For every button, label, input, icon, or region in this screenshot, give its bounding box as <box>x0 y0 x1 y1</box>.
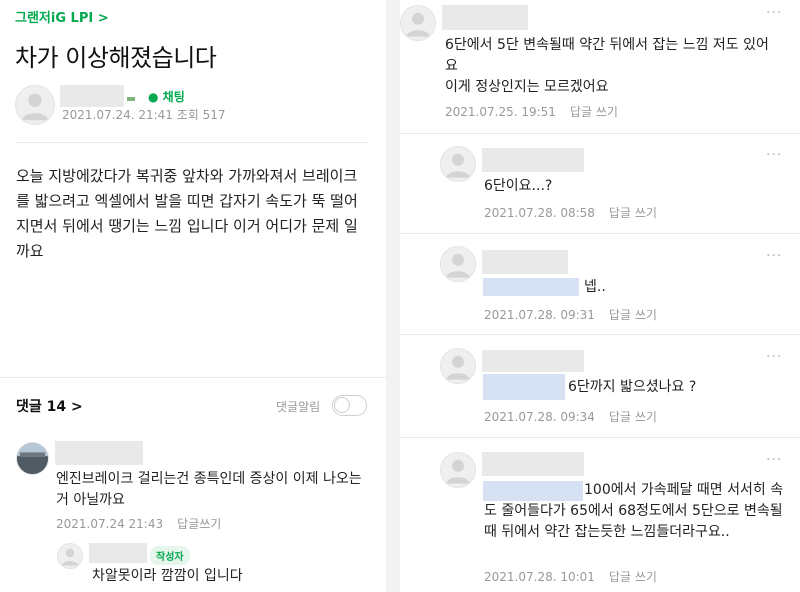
comment-text: 100에서 가속페달 때면 서서히 속도 줄어들다가 65에서 68정도에서 5… <box>484 482 784 540</box>
author-reply-name-blurred[interactable] <box>89 543 147 563</box>
chat-icon: ● <box>148 90 159 104</box>
commenter-avatar[interactable] <box>16 442 49 475</box>
more-options-icon[interactable]: ··· <box>766 349 782 365</box>
reply-button[interactable]: 답글 쓰기 <box>609 308 657 322</box>
comment-date: 2021.07.28. 09:34 <box>484 410 595 424</box>
comment-divider <box>400 133 800 134</box>
commenter-avatar[interactable] <box>440 146 476 182</box>
post-title: 차가 이상해졌습니다 <box>15 44 217 72</box>
commenter-name-blurred[interactable] <box>55 441 143 465</box>
mention-tag-blurred[interactable] <box>483 278 579 296</box>
comment-date: 2021.07.28. 09:31 <box>484 308 595 322</box>
mention-tag-blurred[interactable] <box>483 374 565 400</box>
comment-date: 2021.07.24 21:43 <box>56 517 164 531</box>
comment-meta: 2021.07.28. 09:31 답글 쓰기 <box>484 306 657 323</box>
member-level-icon <box>127 97 135 101</box>
post-meta: 2021.07.24. 21:41 조회 517 <box>62 108 226 122</box>
comment-meta: 2021.07.28. 08:58 답글 쓰기 <box>484 204 657 221</box>
comment-date: 2021.07.28. 10:01 <box>484 570 595 584</box>
commenter-avatar[interactable] <box>440 348 476 384</box>
post-body: 오늘 지방에갔다가 복귀중 앞차와 가까와져서 브레이크를 밟으려고 엑셀에서 … <box>16 167 358 260</box>
comment-text: 6단이요...? <box>484 178 553 194</box>
post-pane: 그랜저iG LPI > 차가 이상해졌습니다 ● 채팅 2021.07.24. … <box>0 0 386 592</box>
comment-divider <box>400 233 800 234</box>
comment-date: 2021.07.25. 19:51 <box>445 105 556 119</box>
commenter-name-blurred[interactable] <box>482 250 568 274</box>
comment-text: 넵.. <box>584 279 606 295</box>
commenter-avatar[interactable] <box>440 452 476 488</box>
comment-meta: 2021.07.28. 10:01 답글 쓰기 <box>484 568 657 585</box>
comment-text: 6단에서 5단 변속될때 약간 뒤에서 잡는 느낌 저도 있어요 이게 정상인지… <box>445 37 769 95</box>
more-options-icon[interactable]: ··· <box>766 452 782 468</box>
comment-meta: 2021.07.24 21:43 답글쓰기 <box>56 515 221 532</box>
commenter-name-blurred[interactable] <box>482 148 584 172</box>
more-options-icon[interactable]: ··· <box>766 147 782 163</box>
comment-notify-label: 댓글알림 <box>276 400 321 414</box>
commenter-name-blurred[interactable] <box>442 5 528 30</box>
reply-button[interactable]: 답글 쓰기 <box>609 410 657 424</box>
comments-pane: ··· 6단에서 5단 변속될때 약간 뒤에서 잡는 느낌 저도 있어요 이게 … <box>400 0 800 592</box>
comment-divider <box>400 437 800 438</box>
author-reply-text: 차알못이라 깜깜이 입니다 <box>92 568 243 584</box>
reply-button[interactable]: 답글 쓰기 <box>570 105 618 119</box>
comments-divider <box>0 377 386 378</box>
commenter-avatar[interactable] <box>400 5 436 41</box>
commenter-avatar[interactable] <box>440 246 476 282</box>
comment-text: 엔진브레이크 걸리는건 종특인데 증상이 이제 나오는거 아닐까요 <box>56 471 362 508</box>
author-badge: 작성자 <box>150 546 190 565</box>
comment-text: 6단까지 밟으셨나요 ? <box>568 379 697 395</box>
reply-button[interactable]: 답글 쓰기 <box>609 570 657 584</box>
author-name-blurred[interactable] <box>60 85 124 107</box>
more-options-icon[interactable]: ··· <box>766 248 782 264</box>
reply-button[interactable]: 답글 쓰기 <box>609 206 657 220</box>
cafe-board-link[interactable]: 그랜저iG LPI > <box>15 7 109 26</box>
commenter-name-blurred[interactable] <box>482 350 584 372</box>
more-options-icon[interactable]: ··· <box>766 5 782 21</box>
comment-notify-toggle[interactable] <box>332 395 367 416</box>
comment-divider <box>400 334 800 335</box>
author-avatar[interactable] <box>15 85 55 125</box>
comment-meta: 2021.07.28. 09:34 답글 쓰기 <box>484 408 657 425</box>
comment-count-link[interactable]: 댓글 14 > <box>16 396 83 416</box>
comment-meta: 2021.07.25. 19:51 답글 쓰기 <box>445 103 618 120</box>
header-divider <box>15 142 368 143</box>
comment-date: 2021.07.28. 08:58 <box>484 206 595 220</box>
reply-button[interactable]: 답글쓰기 <box>177 517 221 531</box>
author-reply-avatar[interactable] <box>57 543 83 569</box>
commenter-name-blurred[interactable] <box>482 452 584 476</box>
chat-button[interactable]: ● 채팅 <box>148 88 185 105</box>
pane-divider <box>386 0 400 592</box>
toggle-knob <box>334 397 350 413</box>
